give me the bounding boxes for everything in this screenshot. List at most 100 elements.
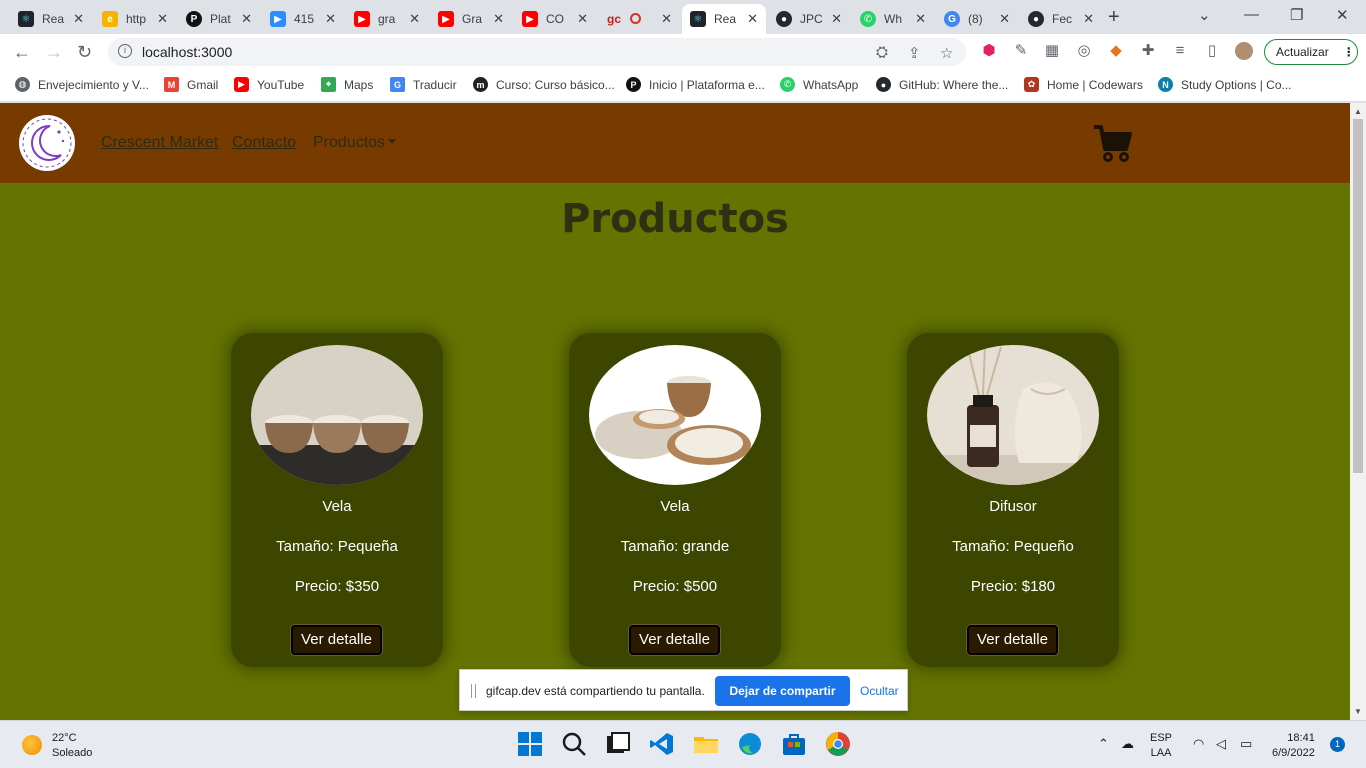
study-options-icon: N	[1158, 77, 1173, 92]
bookmark-star-icon[interactable]: ☆	[940, 44, 953, 62]
task-view-icon[interactable]	[605, 731, 631, 757]
search-icon[interactable]	[561, 731, 587, 757]
browser-tab[interactable]: ● JPC ✕	[768, 4, 850, 34]
browser-tab[interactable]: ▶ 415 ✕	[262, 4, 344, 34]
nav-brand-link[interactable]: Crescent Market	[101, 134, 218, 152]
site-info-icon[interactable]: i	[118, 44, 132, 58]
browser-tab[interactable]: gc ✕	[598, 4, 680, 34]
reload-button[interactable]: ↻	[77, 42, 92, 63]
platzi-icon: P	[626, 77, 641, 92]
side-panel-icon[interactable]: ▯	[1203, 42, 1221, 60]
close-tab-icon[interactable]: ✕	[73, 11, 84, 27]
pen-extension-icon[interactable]: ✎	[1012, 42, 1030, 60]
weather-widget[interactable]: 22°C Soleado	[52, 731, 92, 761]
close-tab-icon[interactable]: ✕	[493, 11, 504, 27]
close-tab-icon[interactable]: ✕	[409, 11, 420, 27]
media-control-icon[interactable]: ≡	[1171, 42, 1189, 60]
bookmark-item[interactable]: ✆ WhatsApp	[780, 77, 858, 92]
browser-tab[interactable]: ▶ CO ✕	[514, 4, 596, 34]
store-icon[interactable]	[781, 731, 807, 757]
browser-tab[interactable]: G (8) ✕	[936, 4, 1018, 34]
browser-tab[interactable]: e http ✕	[94, 4, 176, 34]
close-tab-icon[interactable]: ✕	[831, 11, 842, 27]
chevron-up-icon[interactable]: ⌃	[1098, 736, 1109, 752]
product-price: Precio: $180	[970, 578, 1056, 595]
bookmark-item[interactable]: m Curso: Curso básico...	[473, 77, 615, 92]
clock[interactable]: 18:41 6/9/2022	[1272, 731, 1315, 761]
scroll-up-icon[interactable]: ▲	[1354, 107, 1362, 116]
shopping-cart-icon[interactable]	[1093, 123, 1133, 163]
edge-icon[interactable]	[737, 731, 763, 757]
product-size: Tamaño: Pequeño	[952, 538, 1074, 555]
bookmark-item[interactable]: G Traducir	[390, 77, 457, 92]
crescent-logo[interactable]	[19, 115, 75, 171]
bookmark-item[interactable]: ◍ Envejecimiento y V...	[15, 77, 149, 92]
close-tab-icon[interactable]: ✕	[661, 11, 672, 27]
browser-tab-active[interactable]: ⚛ Rea ✕	[682, 4, 766, 34]
nav-products-dropdown[interactable]: Productos	[313, 134, 397, 152]
close-tab-icon[interactable]: ✕	[747, 11, 758, 27]
close-tab-icon[interactable]: ✕	[1083, 11, 1094, 27]
bookmark-item[interactable]: N Study Options | Co...	[1158, 77, 1292, 92]
restore-button[interactable]: ❐	[1290, 6, 1303, 24]
view-detail-button[interactable]: Ver detalle	[629, 625, 720, 655]
extensions-puzzle-icon[interactable]: ✚	[1139, 42, 1157, 60]
browser-tab[interactable]: ● Fec ✕	[1020, 4, 1102, 34]
adblock-icon[interactable]: ⬢	[980, 42, 998, 60]
stop-sharing-button[interactable]: Dejar de compartir	[715, 676, 850, 706]
close-tab-icon[interactable]: ✕	[241, 11, 252, 27]
new-tab-button[interactable]: +	[1108, 6, 1120, 29]
file-explorer-icon[interactable]	[693, 731, 719, 757]
volume-icon[interactable]: ◁	[1216, 736, 1226, 752]
drag-handle-icon[interactable]	[471, 684, 476, 698]
address-bar[interactable]: i localhost:3000 ⛭ ⇪ ☆	[108, 38, 966, 66]
bookmark-item[interactable]: ● GitHub: Where the...	[876, 77, 1008, 92]
react-icon: ⚛	[18, 11, 34, 27]
scrollbar-thumb[interactable]	[1353, 119, 1363, 473]
sun-icon[interactable]	[22, 735, 42, 755]
close-tab-icon[interactable]: ✕	[325, 11, 336, 27]
bookmark-item[interactable]: M Gmail	[164, 77, 218, 92]
nav-contact-link[interactable]: Contacto	[232, 134, 296, 152]
tab-search-icon[interactable]: ⌄	[1198, 6, 1211, 24]
minimize-button[interactable]: —	[1244, 6, 1259, 23]
gmail-icon: M	[164, 77, 179, 92]
view-detail-button[interactable]: Ver detalle	[967, 625, 1058, 655]
view-detail-button[interactable]: Ver detalle	[291, 625, 382, 655]
close-tab-icon[interactable]: ✕	[915, 11, 926, 27]
close-tab-icon[interactable]: ✕	[157, 11, 168, 27]
browser-tab[interactable]: ▶ gra ✕	[346, 4, 428, 34]
scroll-down-icon[interactable]: ▼	[1354, 707, 1362, 716]
share-icon[interactable]: ⇪	[908, 44, 921, 62]
extension-icon[interactable]: ▦	[1043, 42, 1061, 60]
browser-tab[interactable]: P Plat ✕	[178, 4, 260, 34]
forward-button[interactable]: →	[45, 42, 63, 63]
hide-link[interactable]: Ocultar	[860, 684, 899, 698]
profile-avatar[interactable]	[1235, 42, 1253, 60]
wifi-icon[interactable]: ◠	[1193, 736, 1204, 752]
menu-dots-icon[interactable]: ⋮	[1343, 45, 1355, 59]
update-button[interactable]: Actualizar ⋮	[1264, 39, 1358, 65]
back-button[interactable]: ←	[13, 42, 31, 63]
close-tab-icon[interactable]: ✕	[999, 11, 1010, 27]
browser-tab[interactable]: ▶ Gra ✕	[430, 4, 512, 34]
close-tab-icon[interactable]: ✕	[577, 11, 588, 27]
battery-icon[interactable]: ▭	[1240, 736, 1252, 752]
bookmark-item[interactable]: ⌖ Maps	[321, 77, 373, 92]
extension-icon[interactable]: ◎	[1075, 42, 1093, 60]
vscode-icon[interactable]	[649, 731, 675, 757]
browser-tab[interactable]: ✆ Wh ✕	[852, 4, 934, 34]
browser-tab[interactable]: ⚛ Rea ✕	[10, 4, 92, 34]
chrome-icon[interactable]	[825, 731, 851, 757]
page-scrollbar[interactable]: ▲ ▼	[1350, 103, 1366, 720]
metamask-icon[interactable]: ◆	[1107, 42, 1125, 60]
onedrive-icon[interactable]: ☁	[1121, 736, 1134, 752]
windows-start-icon[interactable]	[517, 731, 543, 757]
translate-icon[interactable]: ⛭	[876, 44, 888, 61]
bookmark-item[interactable]: ✿ Home | Codewars	[1024, 77, 1143, 92]
bookmark-item[interactable]: ▶ YouTube	[234, 77, 304, 92]
bookmark-item[interactable]: P Inicio | Plataforma e...	[626, 77, 765, 92]
close-window-button[interactable]: ✕	[1336, 6, 1349, 24]
notification-badge[interactable]: 1	[1330, 737, 1345, 752]
language-indicator[interactable]: ESP LAA	[1150, 731, 1172, 761]
